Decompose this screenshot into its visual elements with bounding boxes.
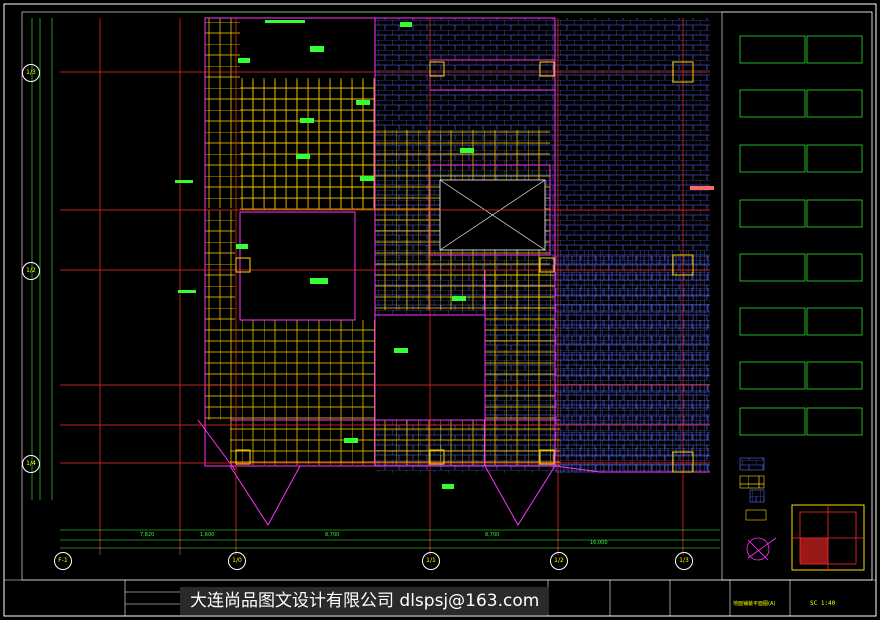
axis-bubble-10: 1/0 [228, 552, 246, 570]
dim-1: 7,820 [140, 532, 155, 538]
axis-bubble-f1: F-1 [54, 552, 72, 570]
legend-tables [739, 35, 863, 436]
axis-bubble-13: 1/3 [675, 552, 693, 570]
dim-4: 8,700 [485, 532, 500, 538]
drawing-title: 地面铺装平面图(A) [733, 601, 776, 607]
axis-bubble-12: 1/2 [550, 552, 568, 570]
drawing-scale: SC 1:40 [810, 600, 836, 607]
axis-bubble-top: 1/3 [22, 64, 40, 82]
axis-bubble-bottom: 1/4 [22, 455, 40, 473]
legend-swatches [739, 457, 767, 521]
axis-bubble-mid: 1/2 [22, 262, 40, 280]
dim-2: 1,600 [200, 532, 215, 538]
north-arrow-icon [746, 537, 777, 561]
cad-drawing-canvas [3, 3, 877, 617]
key-plan [791, 504, 865, 571]
dim-3: 8,700 [325, 532, 340, 538]
legend-panel [721, 11, 873, 581]
watermark-banner: 大连尚品图文设计有限公司 dlspsj@163.com [180, 587, 550, 615]
axis-bubble-11: 1/1 [422, 552, 440, 570]
dim-5: 16,000 [590, 540, 608, 546]
